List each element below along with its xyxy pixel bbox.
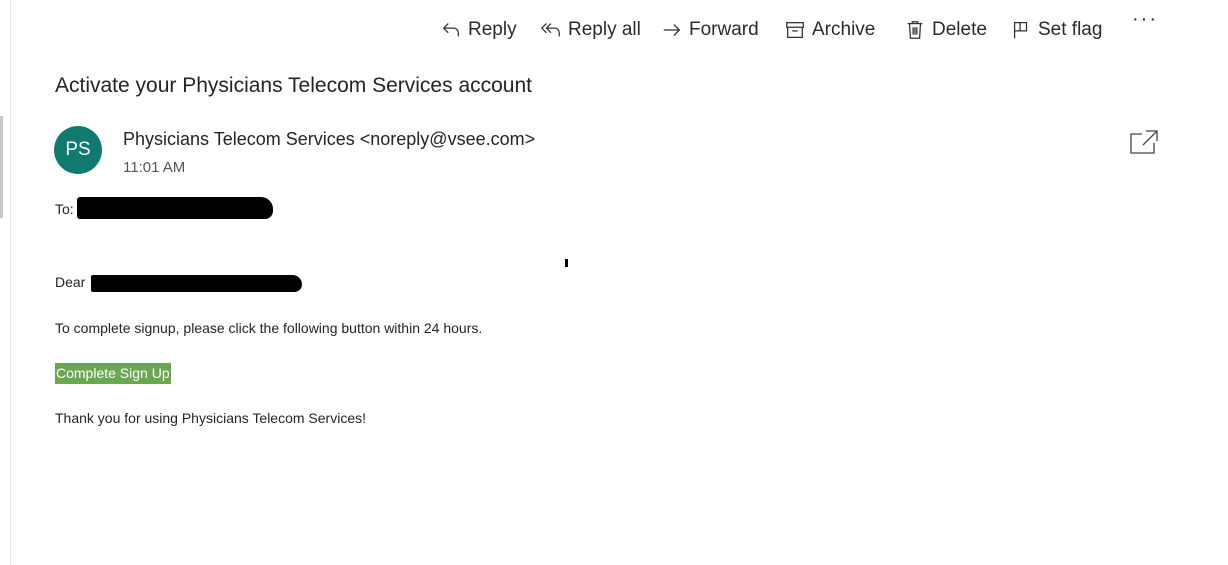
popout-icon bbox=[1130, 130, 1158, 154]
text-cursor-mark bbox=[565, 259, 568, 267]
more-ellipsis-icon: ··· bbox=[1132, 8, 1158, 30]
open-in-new-window-button[interactable] bbox=[1128, 128, 1160, 156]
set-flag-button[interactable]: Set flag bbox=[1010, 19, 1102, 41]
reply-all-button[interactable]: Reply all bbox=[540, 19, 641, 41]
greeting-text: Dear bbox=[55, 274, 86, 290]
reply-button[interactable]: Reply bbox=[440, 19, 517, 41]
forward-arrow-icon bbox=[663, 24, 681, 36]
forward-button[interactable]: Forward bbox=[661, 19, 759, 41]
forward-label: Forward bbox=[689, 19, 759, 40]
redacted-name bbox=[91, 275, 302, 292]
left-pane-edge bbox=[0, 0, 11, 565]
sender-name[interactable]: Physicians Telecom Services <noreply@vse… bbox=[123, 129, 535, 150]
set-flag-label: Set flag bbox=[1038, 19, 1103, 40]
pane-edge-marker bbox=[0, 116, 3, 218]
reply-icon bbox=[442, 23, 459, 37]
closing-text: Thank you for using Physicians Telecom S… bbox=[55, 410, 366, 426]
body-instructions: To complete signup, please click the fol… bbox=[55, 320, 483, 336]
reply-all-icon bbox=[540, 23, 560, 37]
archive-label: Archive bbox=[812, 19, 876, 40]
more-actions-button[interactable]: ··· bbox=[1132, 8, 1158, 31]
redacted-recipient bbox=[77, 197, 273, 219]
sender-avatar[interactable]: PS bbox=[54, 126, 102, 174]
delete-button[interactable]: Delete bbox=[904, 19, 987, 41]
archive-button[interactable]: Archive bbox=[784, 19, 875, 41]
delete-label: Delete bbox=[932, 19, 987, 40]
message-subject: Activate your Physicians Telecom Service… bbox=[55, 74, 532, 97]
archive-icon bbox=[786, 22, 804, 38]
flag-icon bbox=[1013, 21, 1028, 39]
avatar-initials: PS bbox=[65, 139, 91, 160]
message-time: 11:01 AM bbox=[123, 159, 186, 176]
to-label: To: bbox=[55, 201, 74, 217]
message-toolbar: Reply Reply all Forward Archive Delete S… bbox=[432, 8, 1168, 48]
reply-label: Reply bbox=[468, 19, 517, 40]
trash-icon bbox=[907, 21, 923, 39]
complete-sign-up-button[interactable]: Complete Sign Up bbox=[55, 363, 171, 384]
reply-all-label: Reply all bbox=[568, 19, 641, 40]
